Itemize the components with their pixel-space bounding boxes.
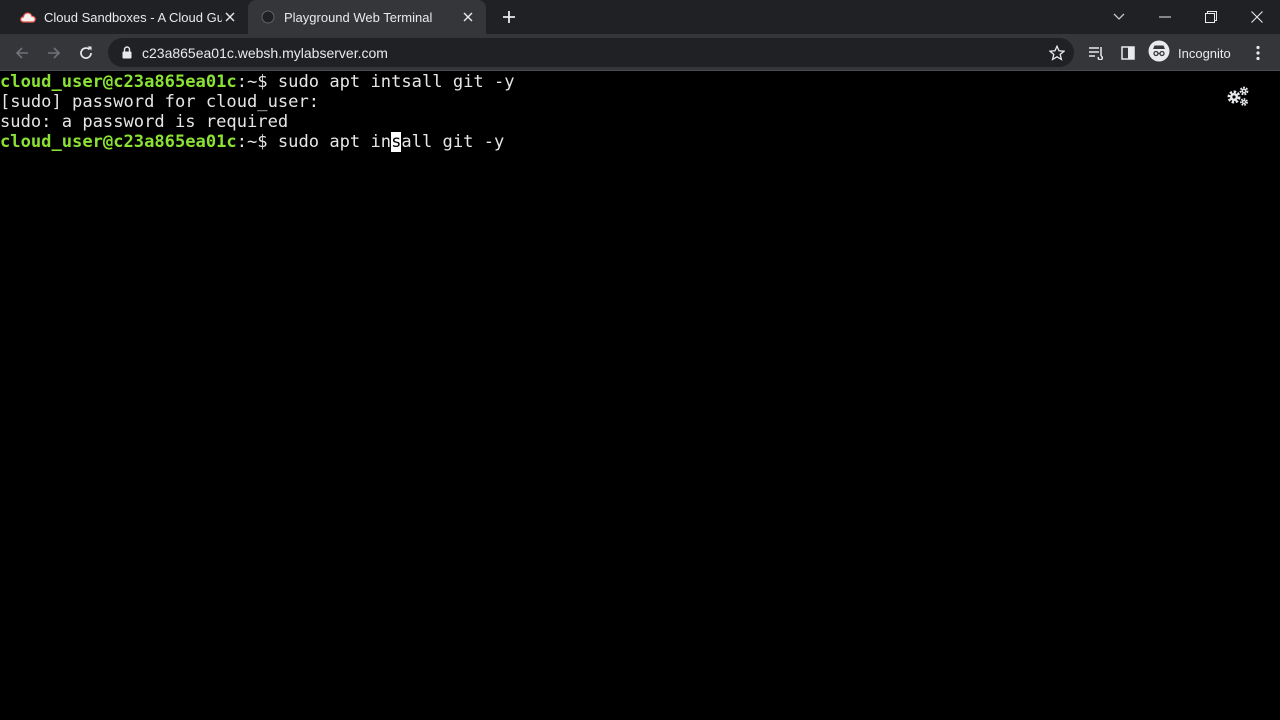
terminal-line: cloud_user@c23a865ea01c:~$ sudo apt ints… — [0, 72, 515, 92]
back-button[interactable] — [8, 39, 36, 67]
reading-list-button[interactable] — [1082, 39, 1110, 67]
lock-icon[interactable] — [120, 46, 134, 60]
side-panel-icon — [1121, 46, 1135, 60]
bookmark-star-icon[interactable] — [1046, 42, 1068, 64]
side-panel-button[interactable] — [1114, 39, 1142, 67]
tab-title: Cloud Sandboxes - A Cloud Guru — [44, 9, 222, 25]
cloud-icon — [20, 9, 36, 25]
terminal-settings-button[interactable] — [1224, 84, 1252, 108]
chevron-down-icon — [1113, 13, 1125, 20]
terminal-line: [sudo] password for cloud_user: — [0, 92, 320, 112]
tab-cloud-sandboxes[interactable]: Cloud Sandboxes - A Cloud Guru — [8, 0, 248, 34]
reload-button[interactable] — [72, 39, 100, 67]
arrow-right-icon — [48, 47, 61, 59]
prompt-user-host: cloud_user@c23a865ea01c — [0, 132, 237, 152]
minimize-icon — [1159, 16, 1171, 18]
more-vertical-icon — [1256, 45, 1260, 61]
browser-toolbar: c23a865ea01c.websh.mylabserver.com Incog… — [0, 34, 1280, 71]
terminal-cursor: s — [391, 132, 402, 152]
prompt-user-host: cloud_user@c23a865ea01c — [0, 72, 237, 92]
address-bar[interactable]: c23a865ea01c.websh.mylabserver.com — [108, 38, 1074, 67]
reload-icon — [80, 46, 92, 59]
command-text: sudo apt in — [267, 132, 392, 152]
minimize-button[interactable] — [1152, 4, 1178, 30]
close-window-button[interactable] — [1244, 4, 1270, 30]
terminal-input-line[interactable]: cloud_user@c23a865ea01c:~$ sudo apt insa… — [0, 132, 504, 152]
gears-icon — [1227, 86, 1249, 106]
tab-strip: Cloud Sandboxes - A Cloud Guru Playgroun… — [0, 0, 1280, 34]
prompt-path: :~$ — [236, 132, 268, 152]
close-icon — [1251, 11, 1263, 23]
terminal-line: sudo: a password is required — [0, 112, 289, 132]
close-tab-icon[interactable] — [460, 9, 476, 25]
incognito-profile-button[interactable]: Incognito — [1148, 40, 1231, 66]
restore-icon — [1205, 11, 1217, 23]
tab-title: Playground Web Terminal — [284, 9, 433, 25]
media-queue-icon — [1089, 47, 1104, 60]
browser-menu-button[interactable] — [1244, 39, 1272, 67]
plus-icon — [503, 11, 515, 23]
incognito-label: Incognito — [1178, 45, 1231, 61]
new-tab-button[interactable] — [498, 6, 520, 28]
tab-playground-web-terminal[interactable]: Playground Web Terminal — [248, 0, 486, 34]
incognito-icon — [1148, 40, 1170, 67]
arrow-left-icon — [15, 47, 28, 59]
close-tab-icon[interactable] — [222, 9, 238, 25]
command-text: sudo apt intsall git -y — [267, 72, 515, 92]
command-text: all git -y — [401, 132, 505, 152]
web-terminal[interactable]: cloud_user@c23a865ea01c:~$ sudo apt ints… — [0, 72, 1280, 720]
url-text: c23a865ea01c.websh.mylabserver.com — [142, 44, 388, 61]
prompt-path: :~$ — [236, 72, 268, 92]
terminal-favicon-icon — [260, 9, 276, 25]
forward-button[interactable] — [40, 39, 68, 67]
restore-button[interactable] — [1198, 4, 1224, 30]
tab-search-button[interactable] — [1106, 4, 1132, 30]
